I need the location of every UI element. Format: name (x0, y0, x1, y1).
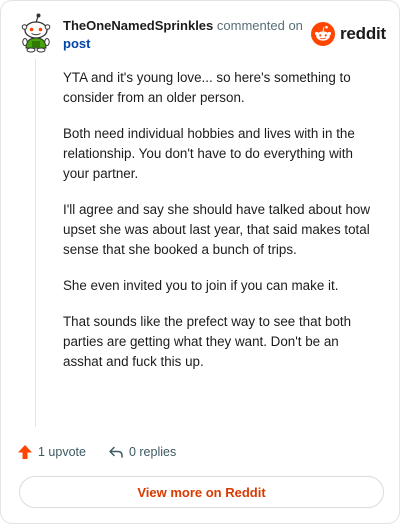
replies-button[interactable]: 0 replies (108, 444, 176, 460)
reddit-wordmark: reddit (340, 24, 387, 43)
comment-actions: 1 upvote 0 replies (17, 441, 198, 463)
view-more-on-reddit-button[interactable]: View more on Reddit (19, 476, 384, 508)
comment-paragraph: I'll agree and say she should have talke… (63, 202, 371, 257)
upvote-arrow-icon (18, 445, 32, 459)
reddit-logo[interactable]: reddit (311, 21, 389, 47)
author-username[interactable]: TheOneNamedSprinkles (63, 18, 213, 33)
embedded-comment-card: TheOneNamedSprinkles commented on post r… (0, 0, 400, 524)
comment-header: TheOneNamedSprinkles commented on post (63, 17, 303, 53)
comment-paragraph: YTA and it's young love... so here's som… (63, 70, 351, 105)
upvote-count: 1 upvote (38, 445, 86, 459)
replies-count: 0 replies (128, 445, 177, 459)
comment-paragraph: She even invited you to join if you can … (63, 278, 339, 293)
reply-arrow-icon (109, 446, 123, 458)
commented-on-text: commented on (216, 18, 303, 33)
reddit-alien-icon (311, 22, 335, 46)
avatar[interactable] (19, 13, 53, 53)
upvote-button[interactable]: 1 upvote (17, 444, 86, 460)
post-link[interactable]: post (63, 36, 90, 51)
thread-line (35, 59, 36, 427)
comment-paragraph: Both need individual hobbies and lives w… (63, 126, 355, 181)
snoo-avatar-icon (21, 13, 51, 53)
comment-paragraph: That sounds like the prefect way to see … (63, 314, 352, 369)
comment-body: YTA and it's young love... so here's som… (63, 68, 379, 388)
